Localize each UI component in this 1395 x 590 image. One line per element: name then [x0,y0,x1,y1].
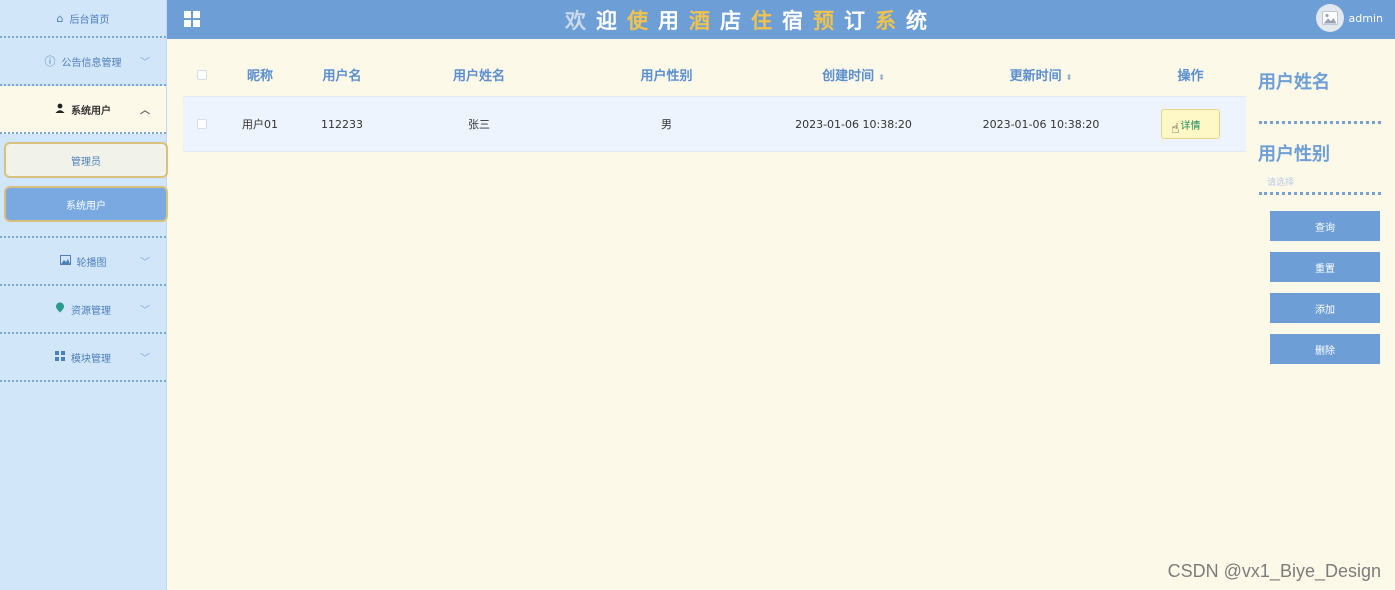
cell-created: 2023-01-06 10:38:20 [795,117,912,131]
col-header-gender: 用户性别 [640,69,693,84]
select-all-cell [183,69,221,80]
sidebar-group-resource[interactable]: 资源管理 ﹀ [0,286,166,334]
chevron-down-icon: ﹀ [140,305,150,317]
add-button[interactable]: 添加 [1270,293,1380,323]
user-table: 昵称 用户名 用户姓名 用户性别 创建时间 ⬍ 更新时间 ⬍ 操作 用户01 112… [183,53,1246,152]
cell-nickname: 用户01 [242,118,278,131]
sidebar-group-label: 资源管理 [71,305,111,317]
sidebar-group-label: 模块管理 [71,353,111,365]
cell-gender: 男 [661,118,672,131]
chevron-down-icon: ﹀ [140,257,150,269]
col-header-username: 用户名 [322,69,362,84]
chevron-up-icon: ︿ [140,105,150,117]
info-circle-icon: ⓘ [44,55,56,68]
col-header-updated[interactable]: 更新时间 ⬍ [947,65,1135,84]
grid-icon [55,350,65,364]
page-title: 欢迎使用酒店住宿预订系统 [565,9,937,33]
cell-updated: 2023-01-06 10:38:20 [982,117,1100,131]
col-header-created[interactable]: 创建时间 ⬍ [760,65,947,84]
reset-button[interactable]: 重置 [1270,252,1380,282]
query-button[interactable]: 查询 [1270,211,1380,241]
menu-toggle-icon[interactable] [184,11,200,27]
sidebar-group-notice[interactable]: ⓘ 公告信息管理 ﹀ [0,38,166,86]
table-header: 昵称 用户名 用户姓名 用户性别 创建时间 ⬍ 更新时间 ⬍ 操作 [183,53,1246,97]
sidebar-group-label: 轮播图 [76,257,107,269]
chevron-down-icon: ﹀ [140,57,150,69]
sidebar-item-label: 后台首页 [69,14,110,26]
sidebar-item-system-user[interactable]: 系统用户 [4,186,168,222]
sidebar-group-module[interactable]: 模块管理 ﹀ [0,334,166,382]
cell-username: 112233 [321,117,363,131]
filter-gender-label: 用户性别 [1258,144,1330,165]
gender-select-underline [1259,192,1381,195]
table-row: 用户01 112233 张三 男 2023-01-06 10:38:20 202… [183,97,1246,152]
sidebar-item-home[interactable]: ⌂ 后台首页 [0,0,166,38]
col-header-nickname: 昵称 [246,69,273,84]
sidebar-group-label: 公告信息管理 [61,57,122,69]
sidebar-item-admin[interactable]: 管理员 [4,142,168,178]
gender-select[interactable]: 请选择 [1267,175,1294,188]
col-header-operation: 操作 [1177,69,1204,84]
top-header: 欢迎使用酒店住宿预订系统 admin [167,0,1395,39]
sidebar: ⌂ 后台首页 ⓘ 公告信息管理 ﹀ 系统用户 ︿ 管理员 系统用户 轮播图 ﹀ … [0,0,168,590]
col-header-label: 更新时间 [1009,69,1062,84]
sidebar-submenu: 管理员 系统用户 [0,134,168,238]
detail-button[interactable]: 详情 ☝ [1161,109,1220,139]
detail-button-label: 详情 [1180,120,1201,132]
col-header-realname: 用户姓名 [452,69,505,84]
chevron-down-icon: ﹀ [140,353,150,365]
filter-name-label: 用户姓名 [1258,72,1330,93]
username-label: admin [1348,11,1383,25]
avatar[interactable] [1315,4,1344,32]
sidebar-group-label: 系统用户 [71,105,111,117]
cell-realname: 张三 [468,118,490,131]
sidebar-group-carousel[interactable]: 轮播图 ﹀ [0,238,166,286]
sidebar-group-system-user[interactable]: 系统用户 ︿ [0,86,166,134]
col-header-label: 创建时间 [822,69,875,84]
name-input-underline [1259,121,1381,124]
delete-button[interactable]: 删除 [1270,334,1380,364]
image-icon [59,254,71,268]
home-icon: ⌂ [56,11,64,25]
row-checkbox[interactable] [197,119,207,129]
row-select-cell [183,119,221,129]
sort-icon[interactable]: ⬍ [1066,73,1073,82]
sort-icon[interactable]: ⬍ [878,73,885,82]
hand-cursor-icon: ☝ [1171,121,1180,137]
select-all-checkbox[interactable] [197,69,207,80]
cell-operation: 详情 ☝ [1135,109,1246,139]
user-menu[interactable]: admin [1315,4,1383,32]
location-icon [55,302,65,316]
watermark: CSDN @vx1_Biye_Design [1167,561,1381,581]
user-icon [55,103,65,116]
